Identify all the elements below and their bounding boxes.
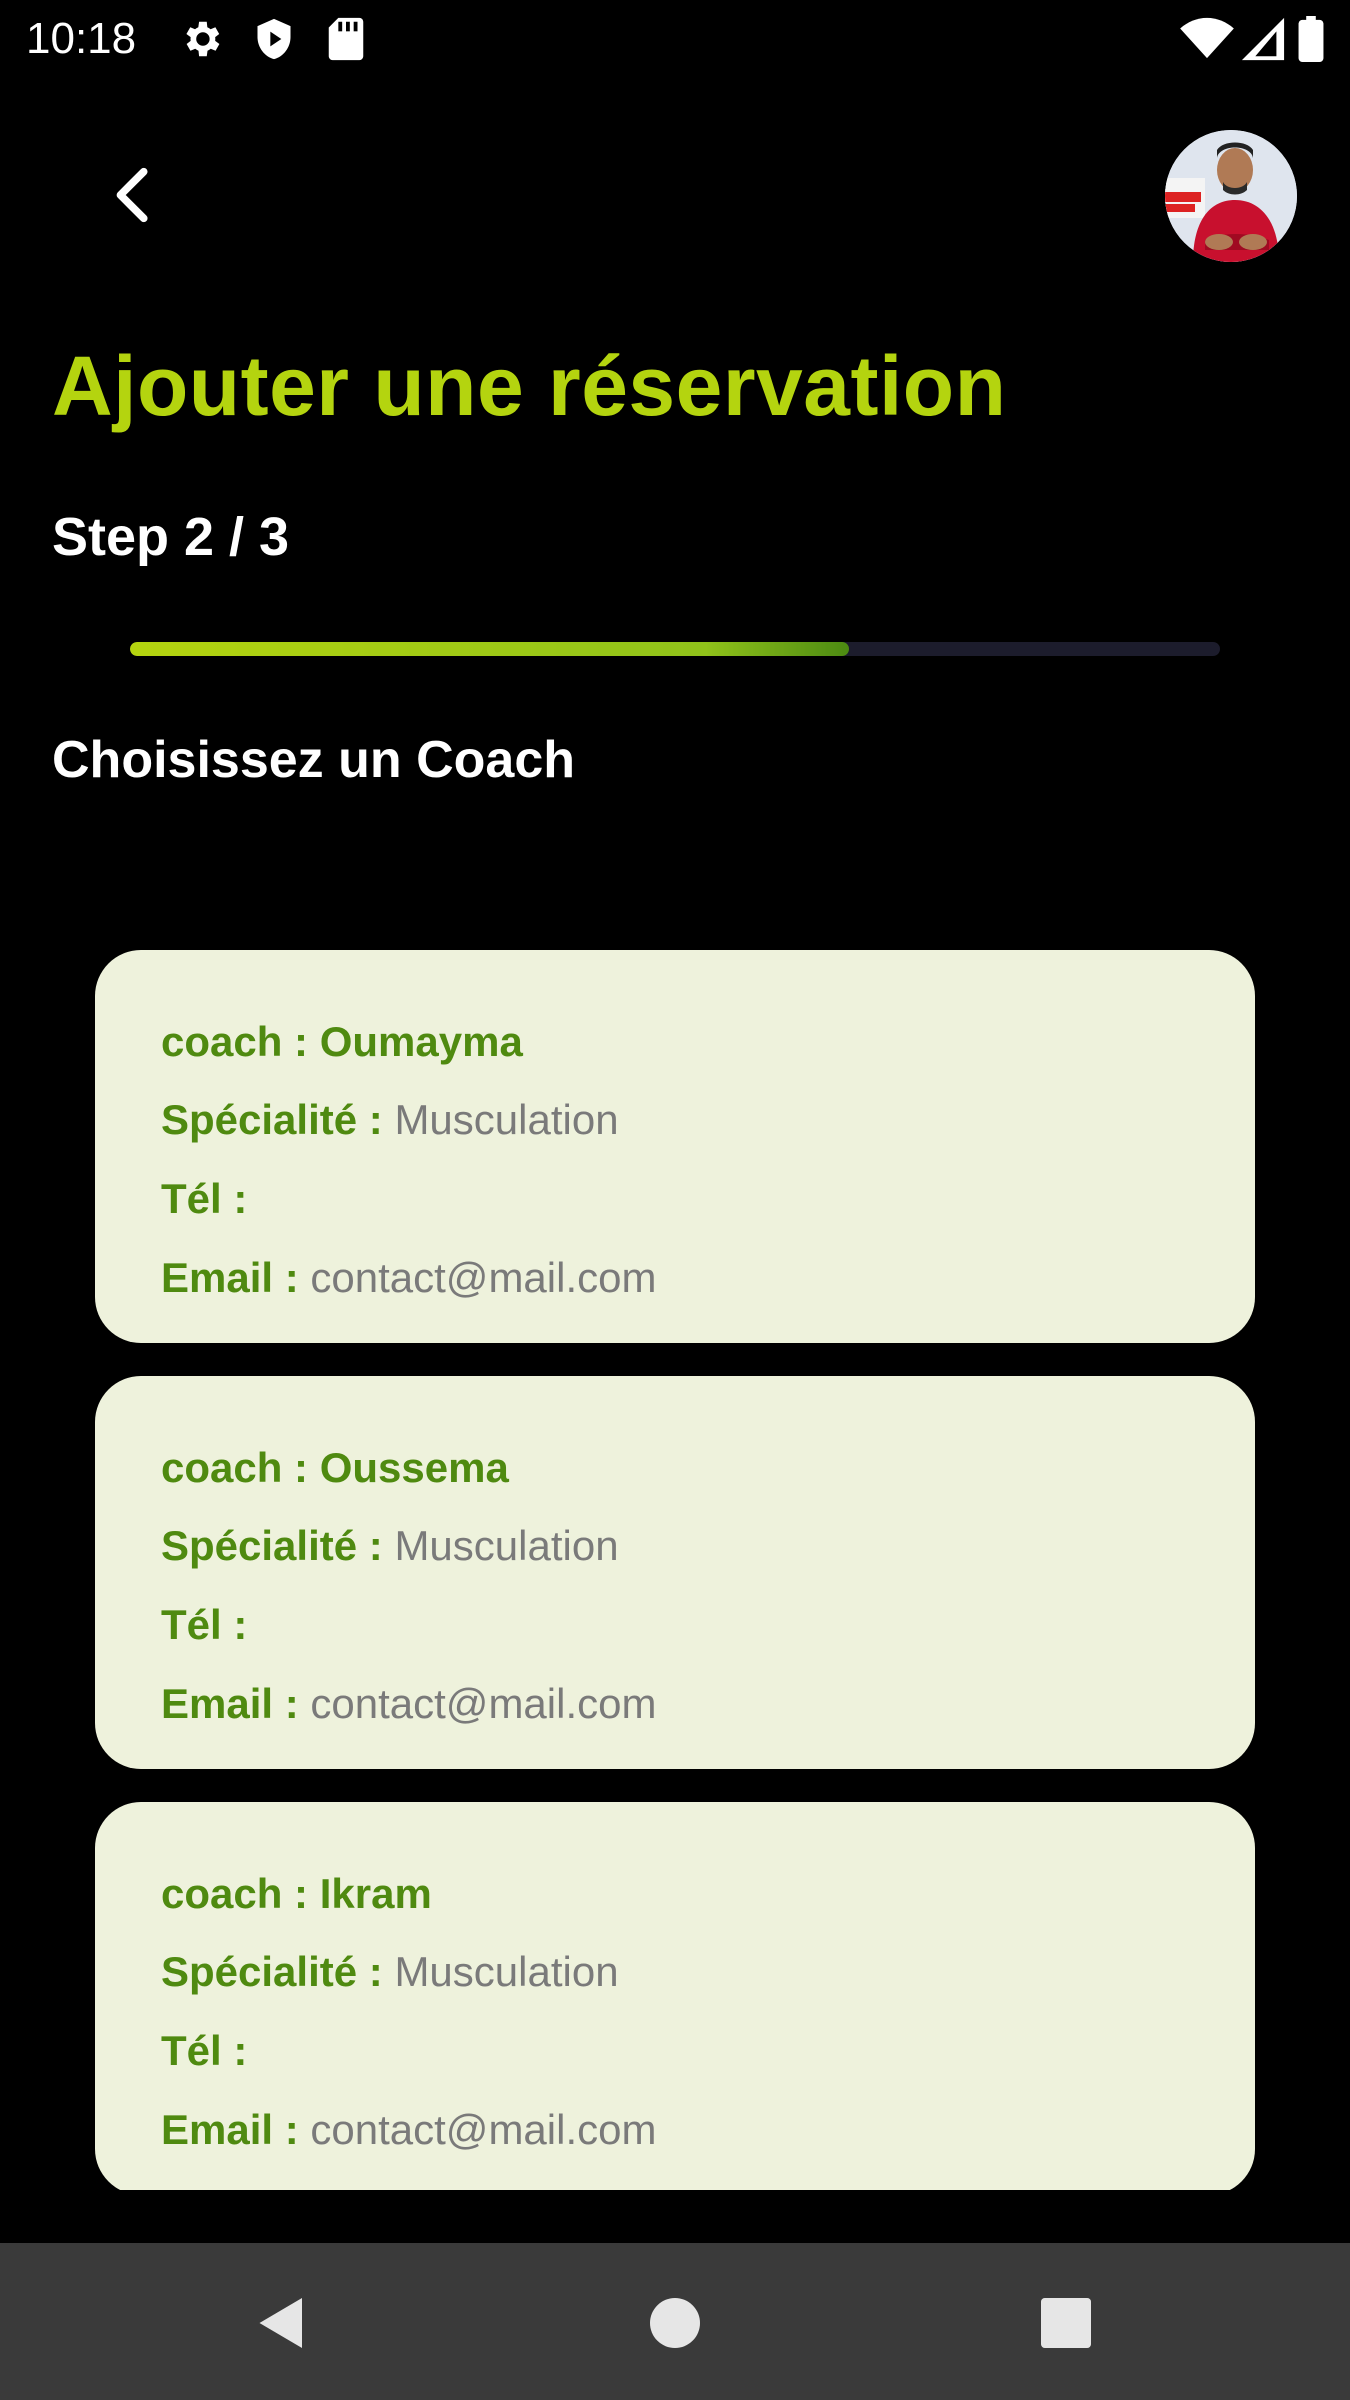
coach-name: coach : Oussema [161, 1444, 509, 1491]
nav-back-button[interactable] [252, 2293, 312, 2353]
coach-name: coach : Oumayma [161, 1018, 523, 1065]
phone-label: Tél : [161, 2027, 248, 2074]
phone-label: Tél : [161, 1175, 248, 1222]
coach-card[interactable]: coach : Ikram Spécialité : Musculation T… [95, 1802, 1255, 2190]
email-label: Email : [161, 2106, 299, 2153]
back-triangle-icon [259, 2298, 302, 2348]
coach-card[interactable]: coach : Oussema Spécialité : Musculation… [95, 1376, 1255, 1769]
home-circle-icon [650, 2298, 700, 2348]
specialty-value: Musculation [394, 1522, 619, 1569]
specialty-label: Spécialité : [161, 1522, 383, 1569]
email-label: Email : [161, 1254, 299, 1301]
email-label: Email : [161, 1680, 299, 1727]
nav-recents-button[interactable] [1036, 2293, 1096, 2353]
recents-square-icon [1041, 2298, 1091, 2348]
nav-home-button[interactable] [645, 2293, 705, 2353]
email-value: contact@mail.com [310, 2106, 657, 2153]
coach-name: coach : Ikram [161, 1870, 432, 1917]
email-value: contact@mail.com [310, 1680, 657, 1727]
specialty-value: Musculation [394, 1096, 619, 1143]
specialty-label: Spécialité : [161, 1096, 383, 1143]
system-nav-bar [0, 2243, 1350, 2400]
coach-card[interactable]: coach : Oumayma Spécialité : Musculation… [95, 950, 1255, 1343]
email-value: contact@mail.com [310, 1254, 657, 1301]
specialty-label: Spécialité : [161, 1948, 383, 1995]
coach-list: coach : Oumayma Spécialité : Musculation… [0, 0, 1350, 2190]
phone-label: Tél : [161, 1601, 248, 1648]
specialty-value: Musculation [394, 1948, 619, 1995]
